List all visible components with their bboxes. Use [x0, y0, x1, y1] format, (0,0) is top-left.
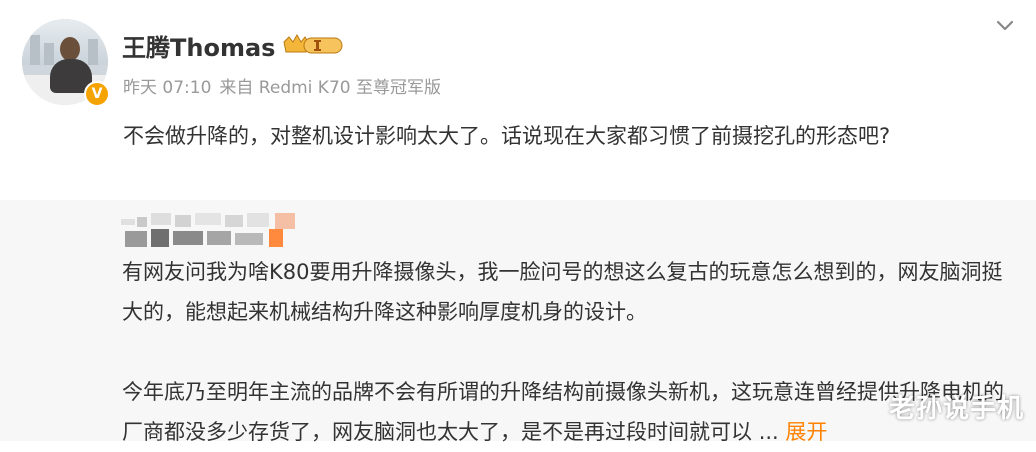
repost-paragraph-2: 今年底乃至明年主流的品牌不会有所谓的升降结构前摄像头新机，这玩意连曾经提供升降电… [122, 380, 1004, 444]
post-meta: 昨天 07:10 来自 Redmi K70 至尊冠军版 [123, 73, 449, 98]
author-name[interactable]: 王腾Thomas [122, 28, 275, 63]
member-crown-icon[interactable] [282, 34, 344, 56]
repost-text: 有网友问我为啥K80要用升降摄像头，我一脸问号的想这么复古的玩意怎么想到的，网友… [122, 252, 1012, 452]
weibo-post: V 王腾Thomas 昨天 07:10 来自 Redmi K70 至尊冠军版 不会… [0, 0, 1036, 200]
ellipsis: ... [758, 420, 779, 444]
verified-badge-icon: V [84, 81, 110, 107]
author-avatar[interactable]: V [22, 19, 110, 107]
post-source: 来自 Redmi K70 至尊冠军版 [219, 78, 441, 98]
post-text: 不会做升降的，对整机设计影响太大了。话说现在大家都习惯了前摄挖孔的形态吧? [123, 124, 891, 148]
repost-paragraph-1: 有网友问我为啥K80要用升降摄像头，我一脸问号的想这么复古的玩意怎么想到的，网友… [122, 260, 1003, 324]
post-time[interactable]: 昨天 07:10 [123, 78, 211, 98]
chevron-down-icon[interactable] [994, 14, 1016, 36]
expand-link[interactable]: 展开 [785, 420, 827, 444]
blurred-repost-author[interactable] [121, 213, 299, 249]
watermark: 老孙说手机 [888, 394, 1024, 424]
